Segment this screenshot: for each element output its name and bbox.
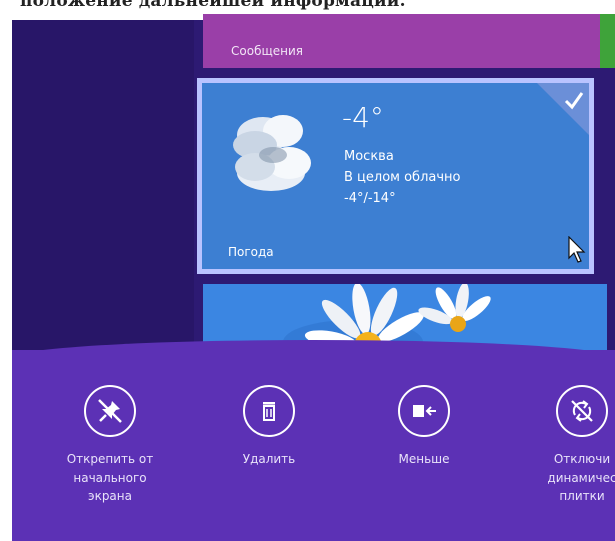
tile-weather-label: Погода xyxy=(228,245,274,259)
unpin-button[interactable]: Открепить от начального экрана xyxy=(35,385,185,506)
weather-range: -4°/-14° xyxy=(344,191,396,206)
delete-button[interactable]: Удалить xyxy=(194,385,344,469)
start-screen: положение дальнейшей информации. Сообщен… xyxy=(0,0,615,541)
document-caption: положение дальнейшей информации. xyxy=(20,0,406,11)
checkmark-icon xyxy=(564,92,584,110)
tile-weather[interactable]: -4° Москва В целом облачно -4°/-14° Пого… xyxy=(197,78,594,274)
start-screen-gap xyxy=(601,78,615,274)
weather-city: Москва xyxy=(344,149,394,164)
tile-messages-label: Сообщения xyxy=(231,44,304,58)
mouse-cursor-icon xyxy=(568,236,586,263)
smaller-button[interactable]: Меньше xyxy=(349,385,499,469)
unpin-label: Открепить от начального экрана xyxy=(66,452,154,504)
smaller-label: Меньше xyxy=(398,452,450,466)
live-tile-off-label: Отключи динамичес плитки xyxy=(547,452,615,504)
start-screen-left-area xyxy=(12,14,194,354)
trash-icon xyxy=(243,385,295,437)
tile-partial-green[interactable] xyxy=(600,14,615,68)
live-tile-off-icon xyxy=(556,385,608,437)
resize-smaller-icon xyxy=(398,385,450,437)
delete-label: Удалить xyxy=(242,452,296,466)
live-tile-off-button[interactable]: Отключи динамичес плитки xyxy=(507,385,615,506)
weather-temperature: -4° xyxy=(342,101,384,134)
unpin-icon xyxy=(84,385,136,437)
weather-condition: В целом облачно xyxy=(344,170,461,185)
tile-messages[interactable]: Сообщения xyxy=(203,14,607,68)
cloud-icon xyxy=(233,115,311,191)
